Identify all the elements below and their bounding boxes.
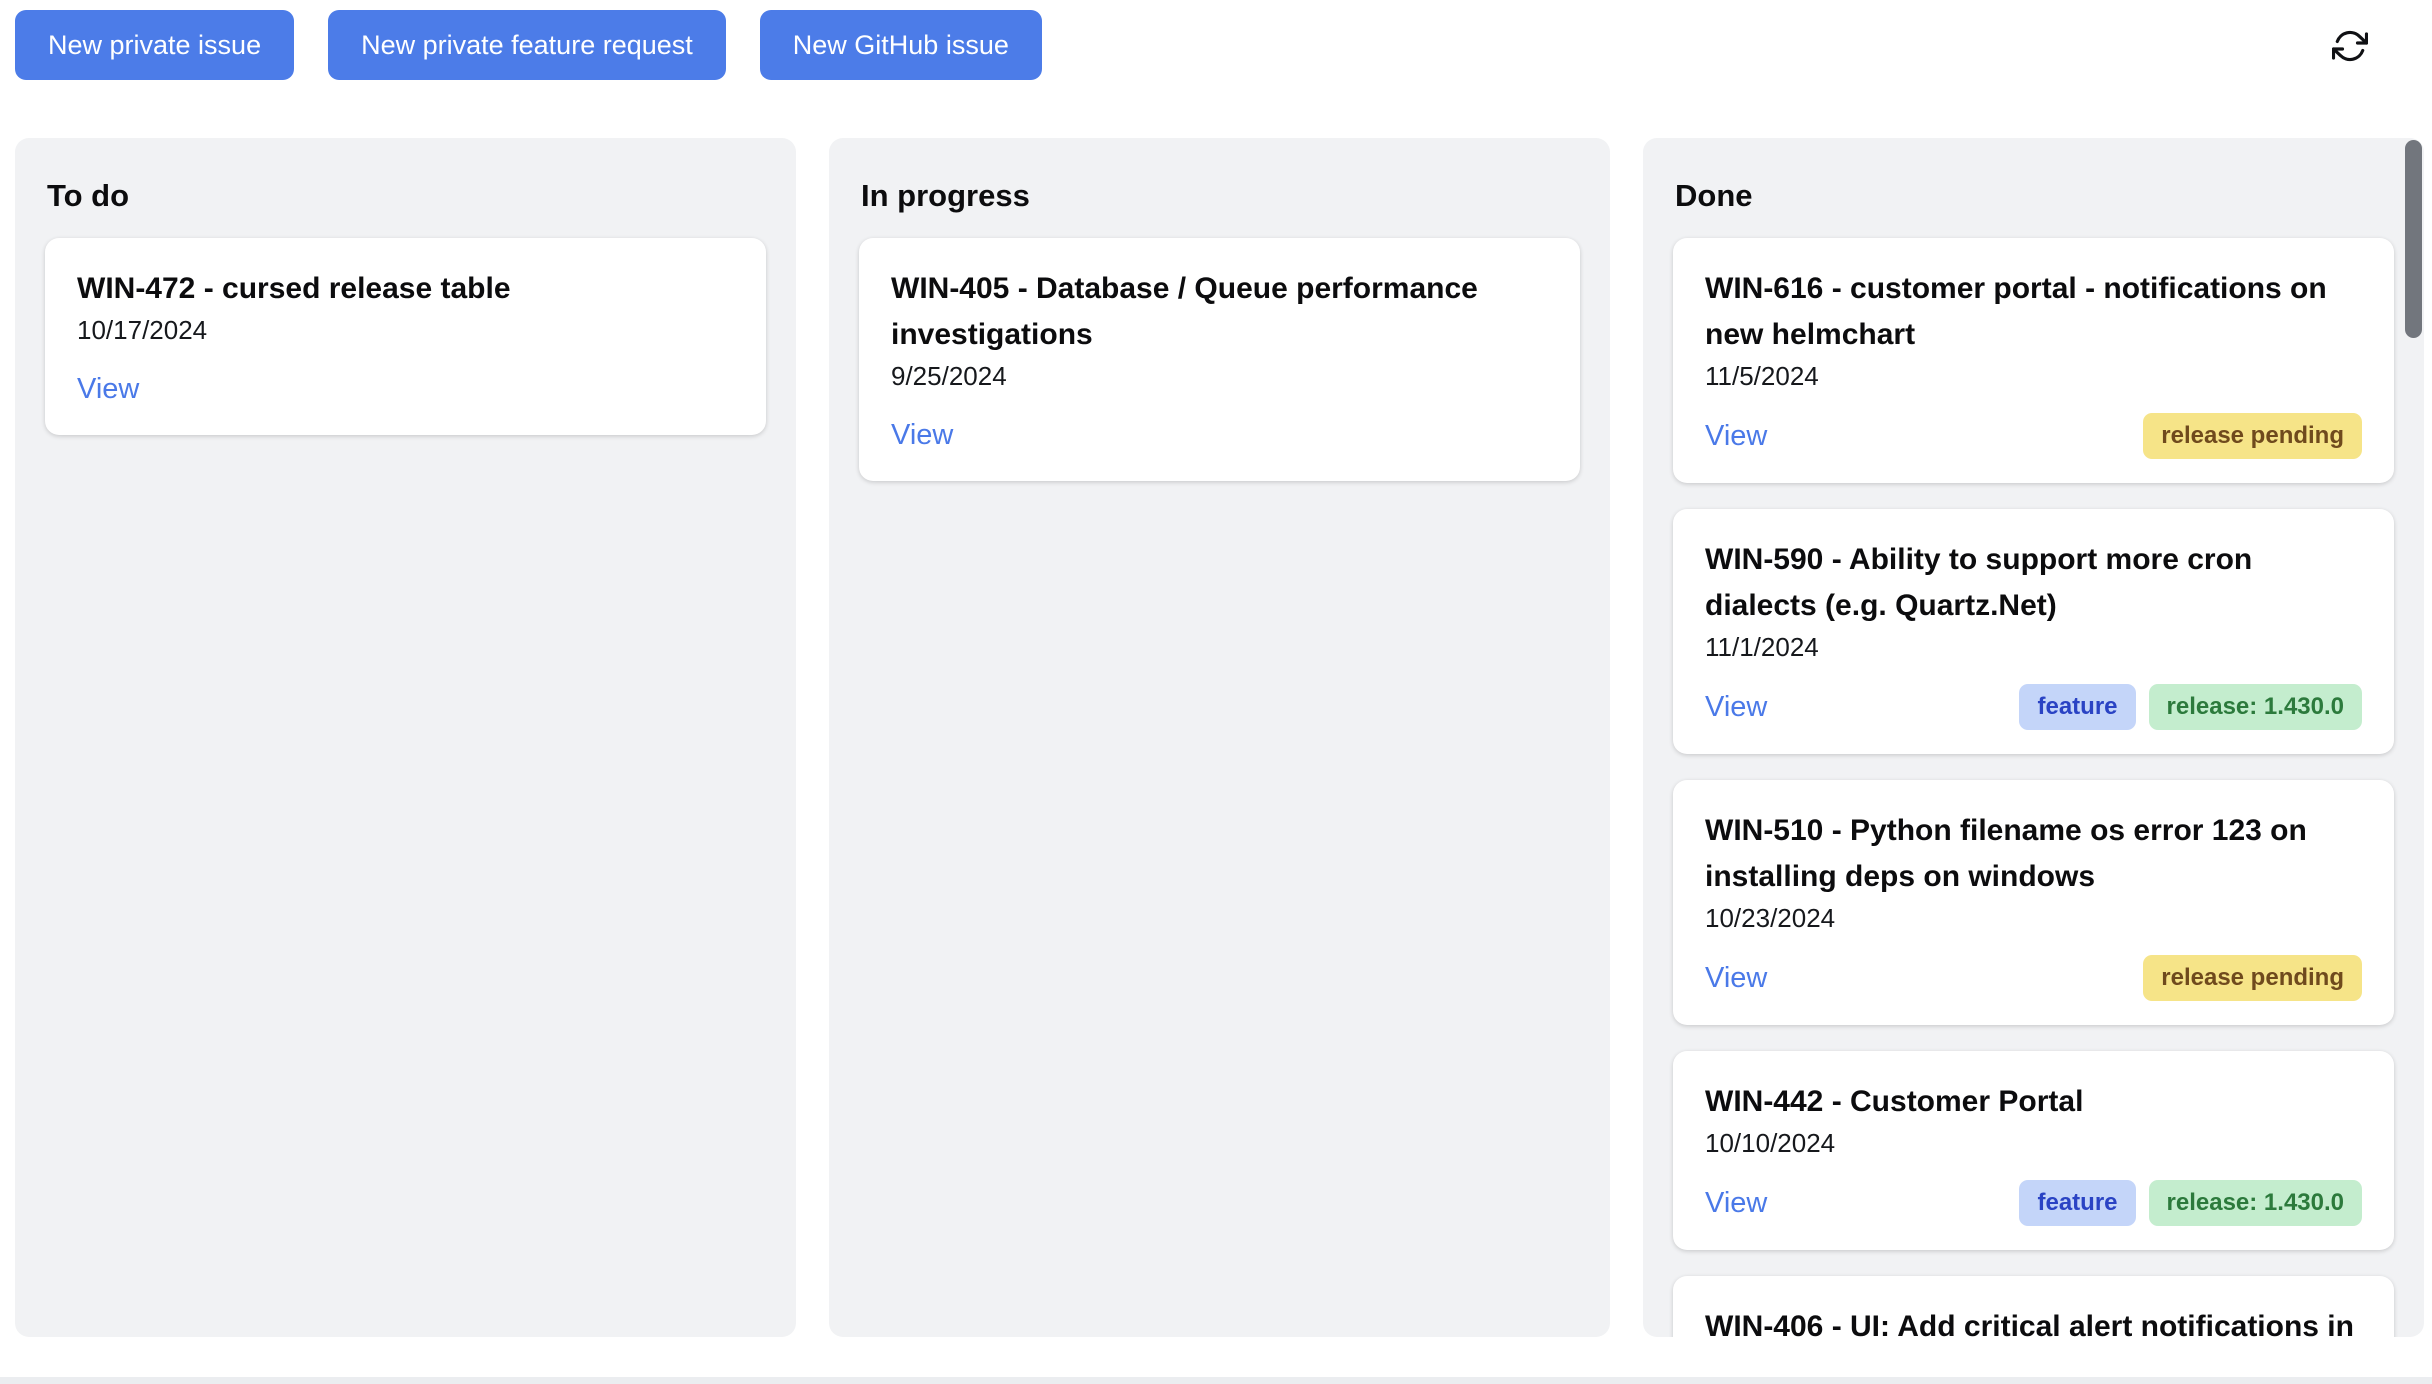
vertical-scrollbar-thumb[interactable] <box>2405 140 2422 338</box>
column-todo: To do WIN-472 - cursed release table 10/… <box>15 138 796 1337</box>
badge-list: release pending <box>2143 955 2362 1001</box>
horizontal-scrollbar-track[interactable] <box>0 1377 2432 1384</box>
refresh-button[interactable] <box>2332 28 2368 64</box>
card-win-442: WIN-442 - Customer Portal 10/10/2024 Vie… <box>1673 1051 2394 1250</box>
badge-release-pending: release pending <box>2143 955 2362 1001</box>
column-title-in-progress: In progress <box>861 178 1580 214</box>
toolbar: New private issue New private feature re… <box>0 0 2432 80</box>
view-link[interactable]: View <box>77 373 139 406</box>
view-link[interactable]: View <box>1705 420 1767 453</box>
card-title: WIN-590 - Ability to support more cron d… <box>1705 537 2362 629</box>
refresh-icon <box>2332 28 2368 64</box>
card-win-472: WIN-472 - cursed release table 10/17/202… <box>45 238 766 435</box>
new-private-feature-request-button[interactable]: New private feature request <box>328 10 726 80</box>
card-date: 10/23/2024 <box>1705 903 2362 934</box>
column-in-progress: In progress WIN-405 - Database / Queue p… <box>829 138 1610 1337</box>
card-win-616: WIN-616 - customer portal - notification… <box>1673 238 2394 483</box>
card-date: 10/10/2024 <box>1705 1128 2362 1159</box>
card-date: 10/17/2024 <box>77 315 734 346</box>
column-title-todo: To do <box>47 178 766 214</box>
card-footer: View <box>77 367 734 411</box>
badge-list: feature release: 1.430.0 <box>2019 1180 2362 1226</box>
view-link[interactable]: View <box>1705 962 1767 995</box>
view-link[interactable]: View <box>891 419 953 452</box>
card-title: WIN-405 - Database / Queue performance i… <box>891 266 1548 358</box>
card-footer: View release pending <box>1705 413 2362 459</box>
card-win-510: WIN-510 - Python filename os error 123 o… <box>1673 780 2394 1025</box>
card-date: 11/5/2024 <box>1705 361 2362 392</box>
card-footer: View feature release: 1.430.0 <box>1705 1180 2362 1226</box>
card-date: 11/1/2024 <box>1705 632 2362 663</box>
card-win-405: WIN-405 - Database / Queue performance i… <box>859 238 1580 481</box>
badge-release-version: release: 1.430.0 <box>2149 1180 2362 1226</box>
card-title: WIN-442 - Customer Portal <box>1705 1079 2362 1125</box>
new-github-issue-button[interactable]: New GitHub issue <box>760 10 1042 80</box>
card-title: WIN-616 - customer portal - notification… <box>1705 266 2362 358</box>
badge-release-pending: release pending <box>2143 413 2362 459</box>
column-title-done: Done <box>1675 178 2394 214</box>
card-title: WIN-472 - cursed release table <box>77 266 734 312</box>
card-win-406: WIN-406 - UI: Add critical alert notific… <box>1673 1276 2394 1337</box>
card-title: WIN-510 - Python filename os error 123 o… <box>1705 808 2362 900</box>
badge-feature: feature <box>2019 1180 2135 1226</box>
view-link[interactable]: View <box>1705 691 1767 724</box>
card-date: 9/25/2024 <box>891 361 1548 392</box>
card-footer: View <box>891 413 1548 457</box>
badge-feature: feature <box>2019 684 2135 730</box>
new-private-issue-button[interactable]: New private issue <box>15 10 294 80</box>
column-done: Done WIN-616 - customer portal - notific… <box>1643 138 2424 1337</box>
badge-list: release pending <box>2143 413 2362 459</box>
card-footer: View release pending <box>1705 955 2362 1001</box>
card-footer: View feature release: 1.430.0 <box>1705 684 2362 730</box>
card-title: WIN-406 - UI: Add critical alert notific… <box>1705 1304 2362 1337</box>
badge-release-version: release: 1.430.0 <box>2149 684 2362 730</box>
kanban-board: To do WIN-472 - cursed release table 10/… <box>0 80 2432 1279</box>
view-link[interactable]: View <box>1705 1187 1767 1220</box>
badge-list: feature release: 1.430.0 <box>2019 684 2362 730</box>
card-win-590: WIN-590 - Ability to support more cron d… <box>1673 509 2394 754</box>
